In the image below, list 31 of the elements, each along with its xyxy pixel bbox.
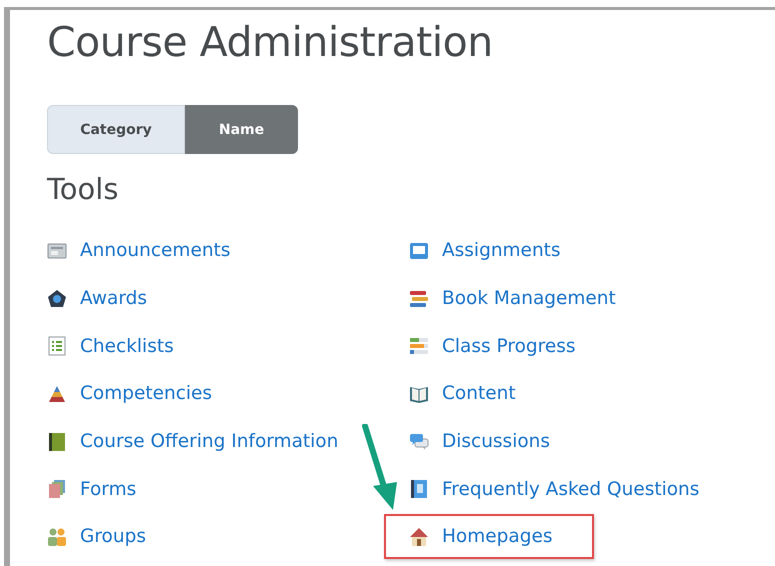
tool-link[interactable]: Awards [80,288,148,310]
tool-link[interactable]: Class Progress [442,336,576,357]
pentagon-badge-icon [47,288,67,309]
tool-link[interactable]: Forms [80,478,136,500]
speech-bubbles-icon [409,432,429,452]
tool-link[interactable]: Assignments [442,240,561,262]
view-toggle-option[interactable]: Category [47,105,185,154]
view-toggle-option[interactable]: Name [185,105,298,154]
tool-link[interactable]: Checklists [80,336,174,357]
tool-link[interactable]: Course Offering Information [80,431,338,452]
newspaper-icon [47,240,67,261]
book-icon [47,432,67,452]
tool-link[interactable]: Announcements [80,240,230,262]
section-heading: Tools [47,172,120,206]
people-icon [47,526,67,547]
tool-link[interactable]: Competencies [80,383,212,404]
tool-link[interactable]: Discussions [442,431,550,452]
form-stack-icon [47,479,67,500]
tool-link[interactable]: Content [442,383,516,404]
page-title: Course Administration [47,20,494,64]
monitor-icon [409,240,429,261]
tool-link[interactable]: Frequently Asked Questions [442,478,700,500]
question-book-icon [409,479,429,500]
book-stack-icon [409,288,429,309]
pyramid-icon [47,384,67,404]
house-icon [409,526,429,547]
checklist-icon [47,336,67,356]
tool-link[interactable]: Book Management [442,288,616,310]
tool-link[interactable]: Homepages [442,526,552,548]
progress-bars-icon [409,336,429,356]
tool-link[interactable]: Groups [80,526,146,548]
